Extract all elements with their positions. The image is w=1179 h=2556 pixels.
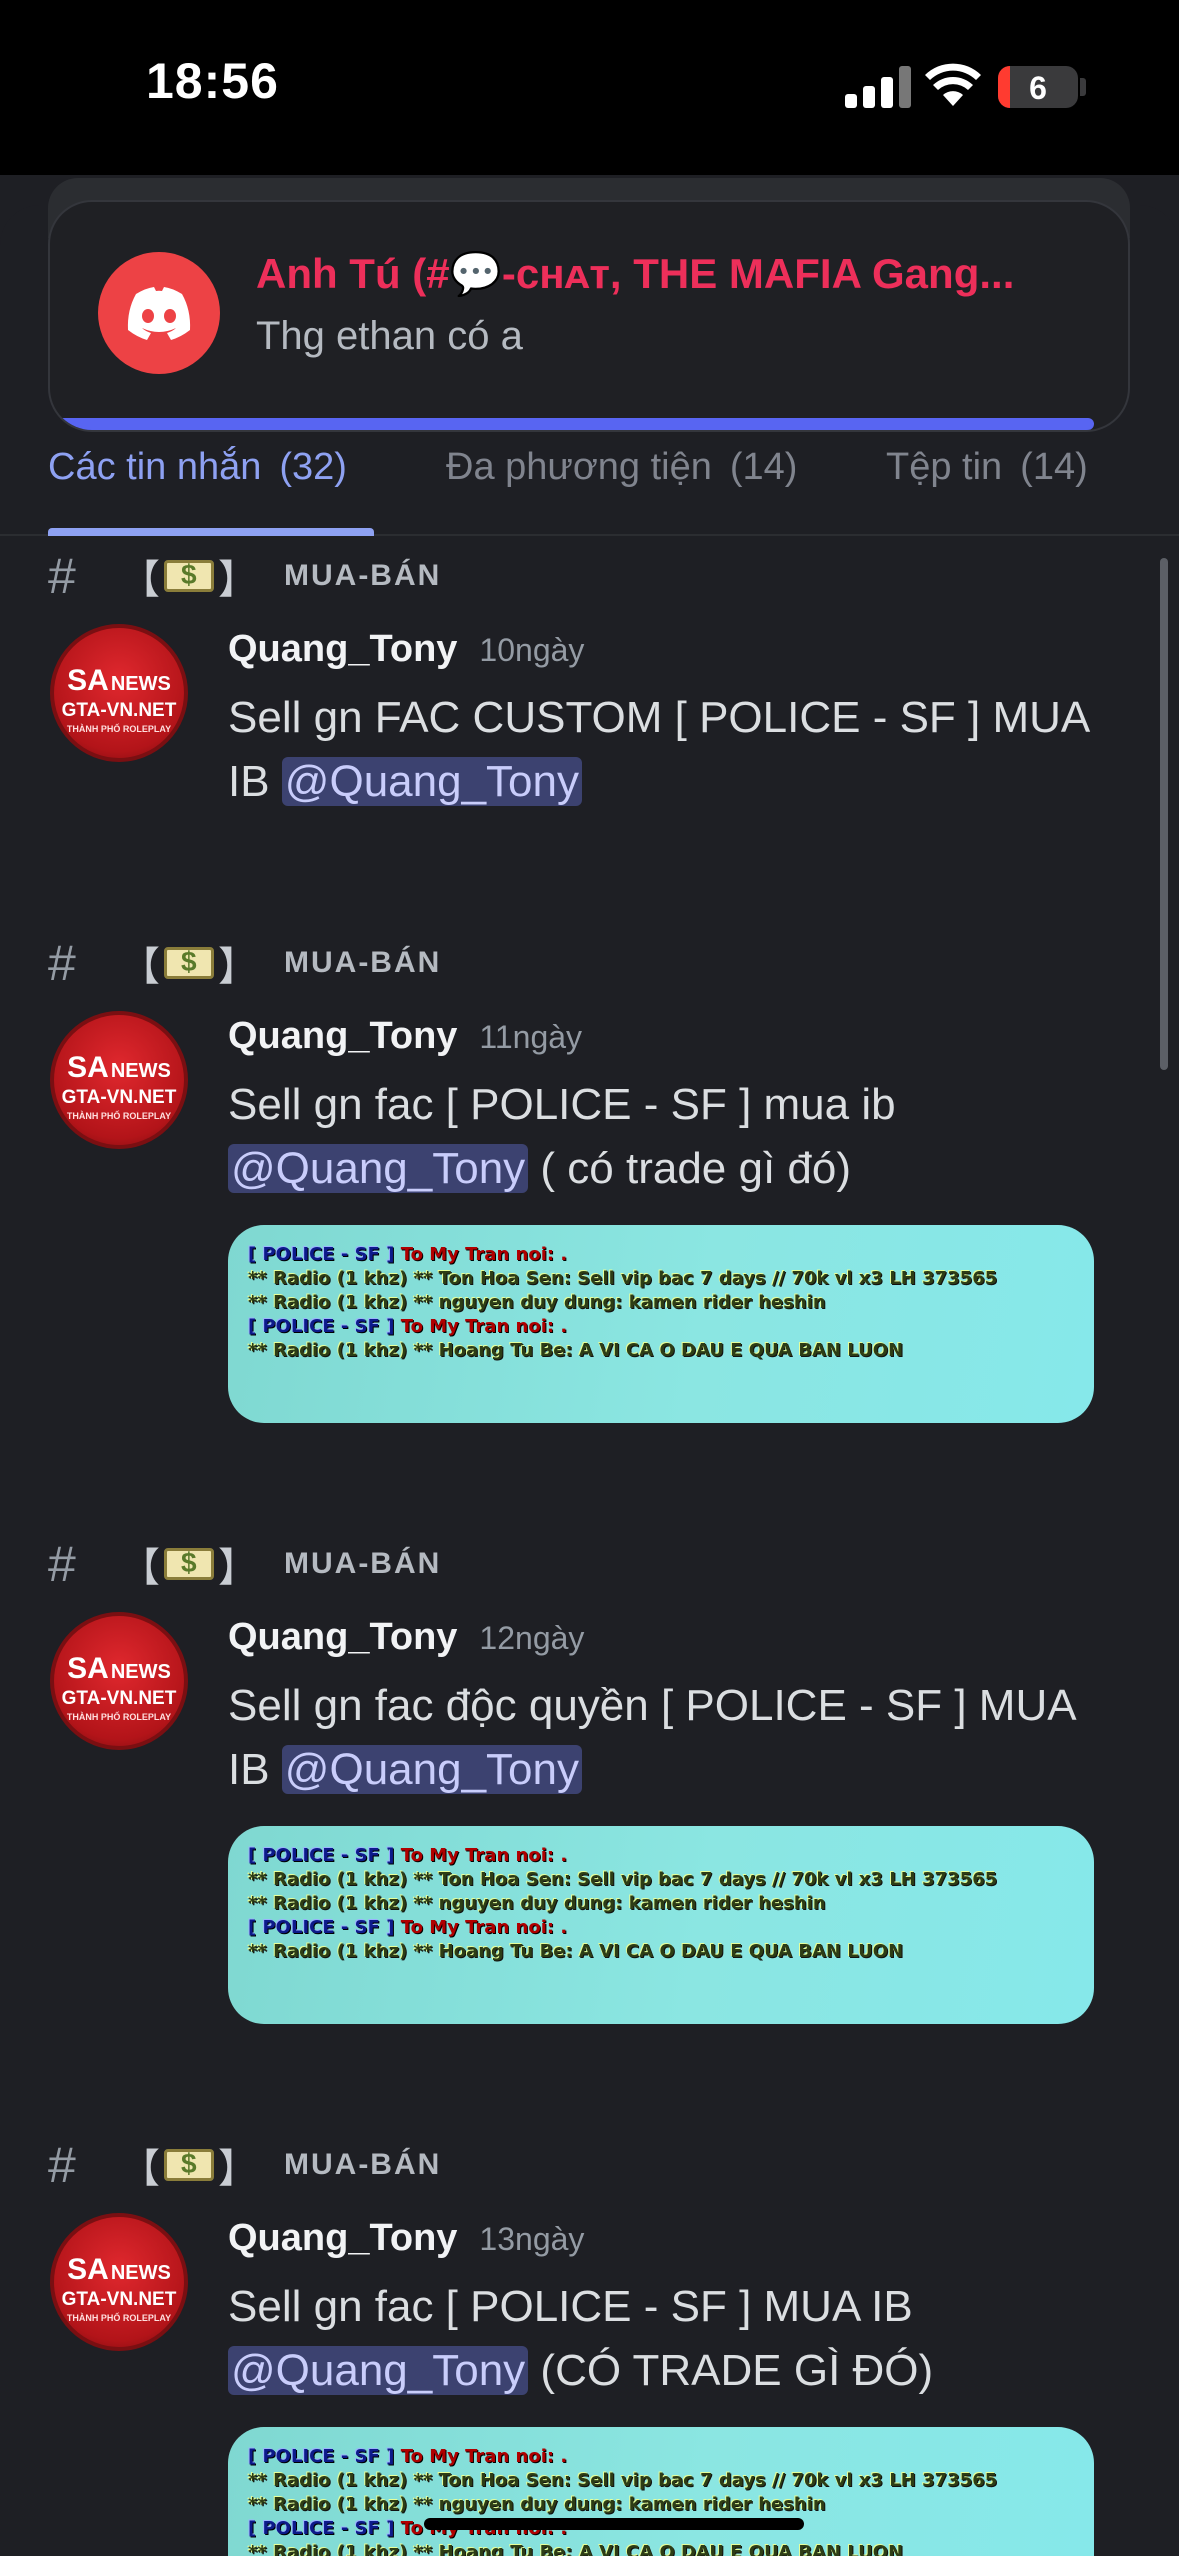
user-mention[interactable]: @Quang_Tony (228, 2346, 529, 2395)
tab-label: Đa phương tiện (446, 446, 712, 488)
avatar[interactable]: SA NEWS GTA-VN.NET THÀNH PHỐ ROLEPLAY (50, 1011, 188, 1149)
tab-media[interactable]: Đa phương tiện (14) (446, 446, 797, 489)
message-text: Sell gn FAC CUSTOM [ POLICE - SF ] MUA I… (228, 693, 1091, 806)
cellular-signal-icon (845, 66, 913, 108)
avatar[interactable]: SA NEWS GTA-VN.NET THÀNH PHỐ ROLEPLAY (50, 1612, 188, 1750)
image-attachment[interactable]: [ POLICE - SF ] To My Tran noi: . ** Rad… (228, 1826, 1094, 2024)
channel-header[interactable]: # 【】 MUA-BÁN (48, 546, 441, 606)
message-text: Sell gn fac [ POLICE - SF ] mua ib @Quan… (228, 1080, 896, 1193)
search-tabs: Các tin nhắn (32) Đa phương tiện (14) Tệp … (0, 440, 1179, 536)
channel-header[interactable]: # 【】 MUA-BÁN (48, 1534, 441, 1594)
money-emoji-icon: 【】 (120, 547, 258, 605)
home-indicator[interactable] (424, 2518, 804, 2530)
battery-level: 6 (1029, 70, 1047, 106)
message-text: Sell gn fac độc quyền [ POLICE - SF ] MU… (228, 1681, 1077, 1794)
channel-header[interactable]: # 【】 MUA-BÁN (48, 933, 441, 993)
text-channel-icon: # (48, 1536, 76, 1592)
message-timestamp: 11ngày (479, 1019, 583, 1055)
channel-name: MUA-BÁN (284, 2148, 442, 2181)
channel-name: MUA-BÁN (284, 946, 442, 979)
search-result[interactable]: # 【】 MUA-BÁN SANEWS GTA-VN.NET THÀNH PHỐ… (0, 933, 1179, 1453)
notification-body: Thg ethan có a (256, 314, 523, 358)
message-text: Sell gn fac [ POLICE - SF ] MUA IB @Quan… (228, 2282, 934, 2395)
tab-messages[interactable]: Các tin nhắn (32) (48, 446, 347, 489)
discord-logo-icon (98, 252, 220, 374)
active-tab-indicator (48, 528, 374, 536)
search-result[interactable]: # 【】 MUA-BÁN SANEWS GTA-VN.NET THÀNH PHỐ… (0, 2135, 1179, 2556)
message-author[interactable]: Quang_Tony 13ngày (228, 2217, 584, 2260)
message-timestamp: 12ngày (479, 1620, 585, 1656)
tab-count: (32) (279, 446, 347, 488)
message-timestamp: 10ngày (479, 632, 585, 668)
money-emoji-icon: 【】 (120, 934, 258, 992)
search-result[interactable]: # 【】 MUA-BÁN SANEWS GTA-VN.NET THÀNH PHỐ… (0, 1534, 1179, 2054)
battery-icon: 6 (998, 66, 1078, 108)
message-author[interactable]: Quang_Tony 12ngày (228, 1616, 584, 1659)
push-notification[interactable]: Anh Tú (#💬-ᴄʜᴀᴛ, THE MAFIA Gang... Thg e… (48, 200, 1130, 432)
status-time: 18:56 (146, 53, 279, 109)
tab-label: Các tin nhắn (48, 446, 262, 488)
avatar[interactable]: SA NEWS GTA-VN.NET THÀNH PHỐ ROLEPLAY (50, 2213, 188, 2351)
search-result[interactable]: # 【】 MUA-BÁN SANEWS GTA-VN.NET THÀNH PHỐ… (0, 546, 1179, 886)
image-attachment[interactable]: [ POLICE - SF ] To My Tran noi: . ** Rad… (228, 1225, 1094, 1423)
tab-files[interactable]: Tệp tin (14) (886, 446, 1088, 489)
user-mention[interactable]: @Quang_Tony (228, 1144, 529, 1193)
user-mention[interactable]: @Quang_Tony (281, 1745, 582, 1794)
notification-title: Anh Tú (#💬-ᴄʜᴀᴛ, THE MAFIA Gang... (256, 250, 1015, 297)
message-timestamp: 13ngày (479, 2221, 585, 2257)
channel-header[interactable]: # 【】 MUA-BÁN (48, 2135, 441, 2195)
tab-count: (14) (729, 446, 798, 488)
text-channel-icon: # (48, 548, 76, 604)
channel-name: MUA-BÁN (284, 1547, 442, 1580)
image-attachment[interactable]: [ POLICE - SF ] To My Tran noi: . ** Rad… (228, 2427, 1094, 2556)
wifi-icon (925, 63, 981, 106)
notification-progress (50, 418, 1094, 430)
tab-label: Tệp tin (886, 446, 1003, 488)
message-author[interactable]: Quang_Tony 11ngày (228, 1015, 582, 1058)
money-emoji-icon: 【】 (120, 2136, 258, 2194)
tab-count: (14) (1020, 446, 1088, 488)
avatar[interactable]: SA NEWS GTA-VN.NET THÀNH PHỐ ROLEPLAY (50, 624, 188, 762)
text-channel-icon: # (48, 2137, 76, 2193)
money-emoji-icon: 【】 (120, 1535, 258, 1593)
text-channel-icon: # (48, 935, 76, 991)
message-author[interactable]: Quang_Tony 10ngày (228, 628, 584, 671)
channel-name: MUA-BÁN (284, 559, 442, 592)
status-bar: 18:56 6 (0, 0, 1179, 175)
user-mention[interactable]: @Quang_Tony (281, 757, 582, 806)
